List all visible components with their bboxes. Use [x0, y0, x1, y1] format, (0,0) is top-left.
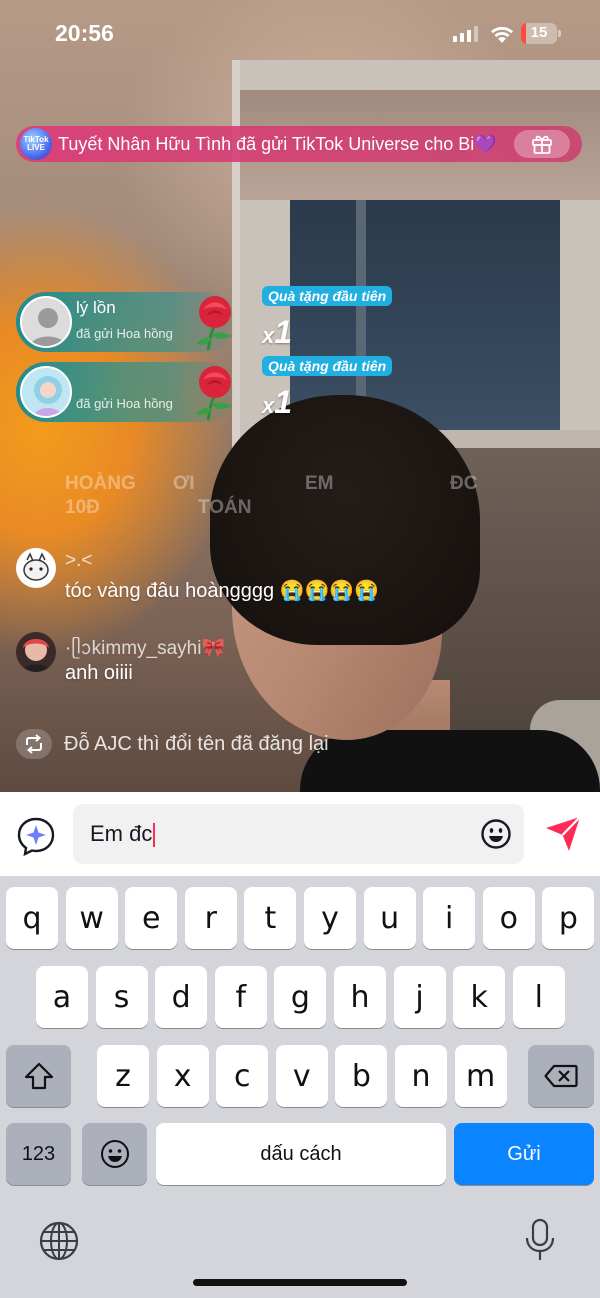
- faded-label-1-top: HOÀNG: [65, 473, 136, 494]
- key-t[interactable]: t: [244, 887, 297, 949]
- key-p[interactable]: p: [542, 887, 595, 949]
- key-n[interactable]: n: [395, 1045, 447, 1107]
- key-s[interactable]: s: [95, 966, 148, 1028]
- gift-banner[interactable]: TikTok LIVE Tuyết Nhân Hữu Tình đã gửi T…: [16, 126, 582, 162]
- key-b[interactable]: b: [335, 1045, 388, 1107]
- avatar[interactable]: [20, 296, 72, 348]
- gift-sender-name: lý lồn: [76, 298, 116, 317]
- backspace-icon: [544, 1064, 578, 1088]
- faded-label-2: ƠI TOÁN: [173, 472, 251, 520]
- home-indicator[interactable]: [193, 1279, 407, 1286]
- mic-icon[interactable]: [524, 1218, 556, 1262]
- comment-input-value[interactable]: Em đc: [90, 821, 156, 848]
- key-u[interactable]: u: [363, 887, 416, 949]
- status-time: 20:56: [55, 20, 114, 46]
- first-gift-tag: Quà tặng đầu tiên: [262, 286, 393, 306]
- send-key[interactable]: Gửi: [454, 1123, 594, 1185]
- rose-icon: [196, 296, 232, 351]
- shift-icon: [24, 1062, 53, 1090]
- key-z[interactable]: z: [97, 1045, 149, 1107]
- wifi-icon: [491, 26, 513, 43]
- rose-icon: [196, 366, 232, 421]
- emoji-icon[interactable]: [480, 818, 512, 850]
- text-caret: [153, 823, 156, 848]
- globe-icon[interactable]: [38, 1220, 80, 1262]
- ai-sparkle-icon[interactable]: [16, 816, 56, 856]
- key-v[interactable]: v: [275, 1045, 328, 1107]
- signal-icon: [453, 26, 478, 42]
- combo-value: 1: [274, 314, 293, 350]
- gift-icon[interactable]: [514, 130, 570, 158]
- avatar[interactable]: [20, 366, 72, 418]
- combo-prefix: x: [262, 393, 275, 418]
- key-h[interactable]: h: [334, 966, 386, 1028]
- send-icon[interactable]: [543, 814, 583, 854]
- repost-icon: [16, 729, 52, 759]
- faded-label-1: HOÀNG 10Đ: [65, 472, 136, 520]
- key-a[interactable]: a: [36, 966, 88, 1028]
- gift-combo-count: x1: [262, 384, 292, 421]
- key-k[interactable]: k: [453, 966, 506, 1028]
- repost-notice: Đỗ AJC thì đổi tên đã đăng lại: [16, 729, 329, 759]
- comment-text: tóc vàng đâu hoàngggg 😭😭😭😭: [65, 580, 380, 602]
- key-x[interactable]: x: [156, 1045, 209, 1107]
- emoji-keyboard-icon: [100, 1140, 129, 1168]
- faded-label-4: ĐC: [450, 473, 478, 494]
- status-bar: 20:56 15: [0, 0, 600, 66]
- key-l[interactable]: l: [512, 966, 565, 1028]
- key-d[interactable]: d: [155, 966, 208, 1028]
- key-r[interactable]: r: [184, 887, 237, 949]
- battery-icon: 15: [521, 23, 561, 44]
- keyboard: qwertyuiop asdfghjkl zxcvbnm 123 dấu các…: [0, 876, 600, 1298]
- comment-input-bar: Em đc: [0, 792, 600, 876]
- key-f[interactable]: f: [214, 966, 267, 1028]
- key-w[interactable]: w: [65, 887, 118, 949]
- shift-key[interactable]: [6, 1045, 71, 1107]
- first-gift-tag: Quà tặng đầu tiên: [262, 356, 393, 376]
- gift-action-text: đã gửi Hoa hồng: [76, 396, 173, 411]
- gift-combo-count: x1: [262, 314, 292, 351]
- tiktok-live-badge: TikTok LIVE: [20, 128, 52, 160]
- gift-banner-text: Tuyết Nhân Hữu Tình đã gửi TikTok Univer…: [58, 133, 497, 154]
- key-y[interactable]: y: [304, 887, 356, 949]
- numbers-key[interactable]: 123: [6, 1123, 71, 1185]
- avatar[interactable]: [16, 548, 56, 588]
- backspace-key[interactable]: [528, 1045, 594, 1107]
- combo-prefix: x: [262, 323, 275, 348]
- key-g[interactable]: g: [274, 966, 327, 1028]
- key-c[interactable]: c: [216, 1045, 269, 1107]
- gift-combo-row[interactable]: lý lồn đã gửi Hoa hồng Quà tặng đầu tiên…: [16, 286, 436, 352]
- key-o[interactable]: o: [482, 887, 535, 949]
- comment-text: anh oiiii: [65, 662, 133, 684]
- key-i[interactable]: i: [423, 887, 476, 949]
- combo-value: 1: [274, 384, 293, 420]
- gift-action-text: đã gửi Hoa hồng: [76, 326, 173, 341]
- key-q[interactable]: q: [6, 887, 58, 949]
- video-person-hair: [210, 395, 480, 645]
- faded-label-2-top: ƠI: [173, 473, 195, 494]
- faded-label-2-bottom: TOÁN: [198, 497, 252, 518]
- comment-username[interactable]: ·ᥫᩣkimmy_sayhi🎀: [65, 634, 225, 664]
- repost-text: Đỗ AJC thì đổi tên đã đăng lại: [64, 732, 329, 755]
- comment-input[interactable]: Em đc: [73, 804, 524, 864]
- comment-username[interactable]: >.<: [65, 550, 92, 572]
- emoji-key[interactable]: [82, 1123, 147, 1185]
- key-j[interactable]: j: [393, 966, 446, 1028]
- key-e[interactable]: e: [125, 887, 178, 949]
- key-m[interactable]: m: [454, 1045, 507, 1107]
- gift-combo-row[interactable]: đã gửi Hoa hồng Quà tặng đầu tiên x1: [16, 356, 436, 422]
- faded-label-1-bottom: 10Đ: [65, 497, 100, 518]
- space-key[interactable]: dấu cách: [156, 1123, 446, 1185]
- battery-percent: 15: [530, 24, 548, 41]
- faded-label-3: EM: [305, 473, 334, 494]
- avatar[interactable]: [16, 632, 56, 672]
